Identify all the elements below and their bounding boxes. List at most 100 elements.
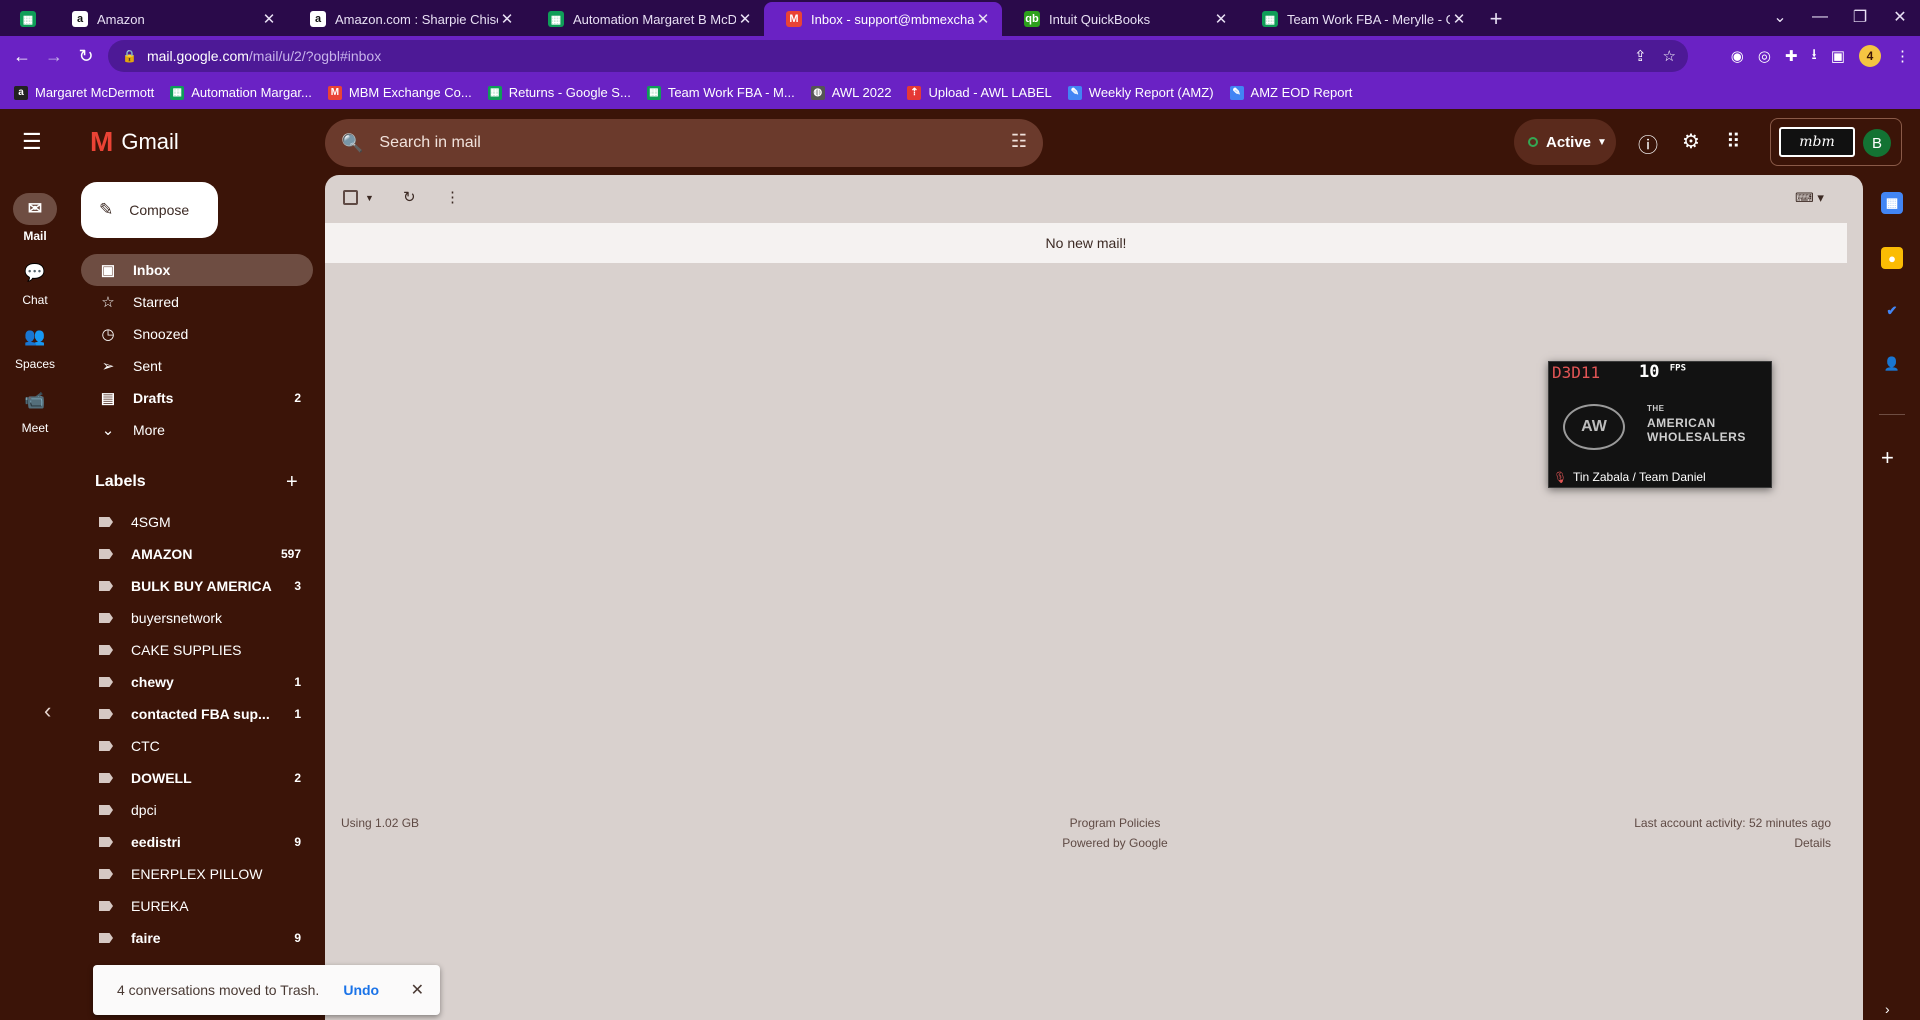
label-item[interactable]: eedistri 9	[81, 826, 313, 858]
search-input[interactable]: 🔍 Search in mail ☷	[325, 119, 1043, 167]
get-addons-button[interactable]: +	[1881, 445, 1894, 471]
settings-gear-icon[interactable]: ⚙	[1682, 129, 1700, 154]
color-extension-icon[interactable]: ◎	[1758, 47, 1771, 65]
pen-icon: ✎	[1229, 85, 1244, 100]
tab-close-icon[interactable]: ✕	[260, 10, 278, 28]
forward-button[interactable]: →	[38, 46, 70, 67]
bookmark-item[interactable]: ✎ Weekly Report (AMZ)	[1067, 85, 1214, 100]
label-name: eedistri	[131, 834, 181, 850]
bookmark-item[interactable]: ◍ AWL 2022	[810, 85, 891, 100]
side-panel-icon[interactable]: ▣	[1831, 47, 1845, 65]
help-icon[interactable]: ⓘ	[1638, 129, 1658, 158]
hide-side-panel-icon[interactable]: ›	[1885, 1001, 1890, 1017]
reload-button[interactable]: ↻	[70, 46, 102, 67]
tab-close-icon[interactable]: ✕	[1450, 10, 1468, 28]
last-activity-text: Last account activity: 52 minutes ago	[1634, 816, 1831, 830]
back-button[interactable]: ←	[6, 46, 38, 67]
video-overlay[interactable]: D3D11 10 FPS AW THE AMERICAN WHOLESALERS…	[1548, 361, 1772, 488]
label-item[interactable]: CAKE SUPPLIES	[81, 634, 313, 666]
rail-item-spaces[interactable]: 👥 Spaces	[0, 321, 70, 371]
calendar-icon[interactable]: ▦	[1881, 192, 1903, 214]
apps-grid-icon[interactable]: ⠿	[1726, 129, 1741, 154]
contacts-icon[interactable]: 👤	[1881, 353, 1903, 375]
rail-item-meet[interactable]: 📹 Meet	[0, 385, 70, 435]
puzzle-extensions-icon[interactable]: ✚	[1785, 47, 1798, 65]
collapse-panel-icon[interactable]: ‹	[44, 698, 51, 724]
mail-toolbar: ▼ ↻ ⋮ ⌨ ▾	[325, 175, 1863, 223]
label-item[interactable]: buyersnetwork	[81, 602, 313, 634]
browser-tab[interactable]: qb Intuit QuickBooks ✕	[1002, 2, 1240, 36]
nav-item-more[interactable]: ⌄ More	[81, 414, 313, 446]
tab-title: Amazon	[97, 11, 145, 27]
label-item[interactable]: contacted FBA sup... 1	[81, 698, 313, 730]
input-tools-icon[interactable]: ⌨ ▾	[1795, 190, 1824, 206]
bookmark-item[interactable]: a Margaret McDermott	[14, 85, 154, 100]
omnibox-actions: ⇪ ☆	[1634, 40, 1676, 72]
label-item[interactable]: EUREKA	[81, 890, 313, 922]
refresh-icon[interactable]: ↻	[403, 188, 416, 206]
browser-menu-icon[interactable]: ⋮	[1895, 47, 1910, 65]
tab-search-icon[interactable]: ⌄	[1760, 7, 1800, 27]
status-dropdown[interactable]: Active ▼	[1514, 119, 1616, 165]
label-item[interactable]: ENERPLEX PILLOW	[81, 858, 313, 890]
label-item[interactable]: chewy 1	[81, 666, 313, 698]
label-item[interactable]: CTC	[81, 730, 313, 762]
search-icon[interactable]: 🔍	[341, 133, 363, 154]
nav-item-inbox[interactable]: ▣ Inbox	[81, 254, 313, 286]
incognito-extension-icon[interactable]: ◉	[1731, 47, 1744, 65]
label-item[interactable]: AMAZON 597	[81, 538, 313, 570]
tasks-icon[interactable]: ✔	[1881, 300, 1903, 322]
label-item[interactable]: faire 9	[81, 922, 313, 954]
browser-tab[interactable]: ▦	[0, 2, 50, 36]
url-input[interactable]: 🔒 mail.google.com/mail/u/2/?ogbl#inbox ⇪…	[108, 40, 1688, 72]
browser-tab[interactable]: ▦ Team Work FBA - Merylle - Goog✕	[1240, 2, 1478, 36]
account-switcher[interactable]: mbm B	[1770, 118, 1902, 166]
bookmark-item[interactable]: ✎ AMZ EOD Report	[1229, 85, 1352, 100]
nav-item-sent[interactable]: ➢ Sent	[81, 350, 313, 382]
rail-item-mail[interactable]: ✉ Mail	[0, 193, 70, 243]
browser-tab[interactable]: a Amazon ✕	[50, 2, 288, 36]
bookmark-item[interactable]: ▦ Returns - Google S...	[487, 85, 631, 100]
label-item[interactable]: DOWELL 2	[81, 762, 313, 794]
close-icon[interactable]: ✕	[411, 980, 424, 1000]
restore-button[interactable]: ❐	[1840, 7, 1880, 27]
tab-close-icon[interactable]: ✕	[498, 10, 516, 28]
new-tab-button[interactable]: +	[1478, 2, 1514, 36]
download-icon[interactable]: ⭳	[1812, 44, 1817, 69]
bookmark-star-icon[interactable]: ☆	[1663, 47, 1676, 65]
rail-item-chat[interactable]: 💬 Chat	[0, 257, 70, 307]
main-menu-icon[interactable]: ☰	[22, 129, 42, 155]
search-options-icon[interactable]: ☷	[1011, 131, 1027, 152]
tab-close-icon[interactable]: ✕	[974, 10, 992, 28]
program-policies-link[interactable]: Program Policies	[965, 813, 1265, 833]
browser-tab[interactable]: ▦ Automation Margaret B McDerm✕	[526, 2, 764, 36]
tab-close-icon[interactable]: ✕	[1212, 10, 1230, 28]
select-dropdown-icon[interactable]: ▼	[365, 193, 374, 203]
keep-icon[interactable]: ●	[1881, 247, 1903, 269]
add-label-button[interactable]: +	[286, 471, 298, 494]
browser-tab[interactable]: M Inbox - support@mbmexchange✕	[764, 2, 1002, 36]
bookmark-item[interactable]: ▦ Automation Margar...	[170, 85, 312, 100]
more-options-icon[interactable]: ⋮	[445, 188, 460, 206]
share-icon[interactable]: ⇪	[1634, 47, 1647, 65]
nav-item-starred[interactable]: ☆ Starred	[81, 286, 313, 318]
account-avatar[interactable]: B	[1863, 129, 1891, 157]
compose-button[interactable]: ✎ Compose	[81, 182, 218, 238]
label-item[interactable]: dpci	[81, 794, 313, 826]
label-item[interactable]: 4SGM	[81, 506, 313, 538]
bookmark-item[interactable]: ▦ Team Work FBA - M...	[646, 85, 795, 100]
label-item[interactable]: BULK BUY AMERICA 3	[81, 570, 313, 602]
tab-close-icon[interactable]: ✕	[736, 10, 754, 28]
close-window-button[interactable]: ✕	[1880, 7, 1920, 27]
nav-item-snoozed[interactable]: ◷ Snoozed	[81, 318, 313, 350]
profile-avatar[interactable]: 4	[1859, 45, 1881, 67]
select-all-checkbox[interactable]	[343, 190, 358, 205]
undo-button[interactable]: Undo	[343, 982, 379, 998]
minimize-button[interactable]: —	[1800, 8, 1840, 26]
bookmark-item[interactable]: ⇡ Upload - AWL LABEL	[907, 85, 1052, 100]
bookmark-item[interactable]: M MBM Exchange Co...	[327, 85, 472, 100]
gmail-logo[interactable]: M Gmail	[90, 126, 179, 158]
details-link[interactable]: Details	[1634, 833, 1831, 853]
nav-item-drafts[interactable]: ▤ Drafts 2	[81, 382, 313, 414]
browser-tab[interactable]: a Amazon.com : Sharpie Chisel Tip✕	[288, 2, 526, 36]
